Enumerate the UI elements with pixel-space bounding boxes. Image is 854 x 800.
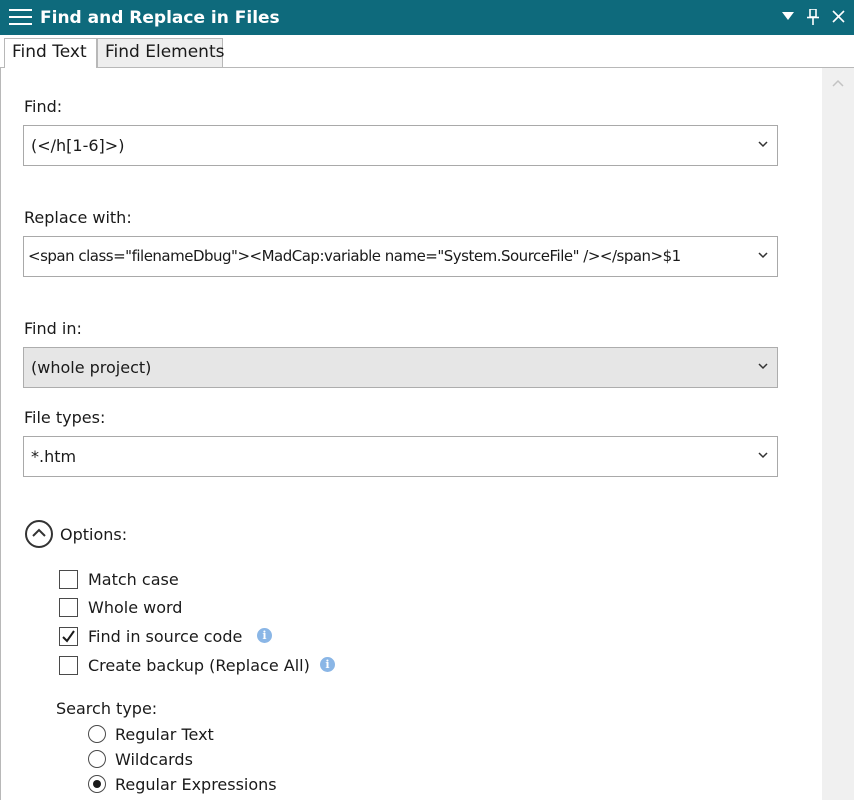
checkmark-icon	[62, 630, 75, 643]
find-in-source-code-checkbox[interactable]	[59, 627, 78, 646]
file-types-combobox[interactable]: *.htm	[23, 436, 778, 477]
pin-icon[interactable]	[803, 7, 823, 27]
replace-input[interactable]: <span class="filenameDbug"><MadCap:varia…	[28, 247, 748, 265]
search-type-label: Search type:	[56, 699, 158, 718]
whole-word-label[interactable]: Whole word	[88, 598, 182, 617]
tab-strip: Find Text Find Elements	[0, 35, 854, 69]
find-input[interactable]: (</h[1-6]>)	[31, 136, 751, 155]
options-label: Options:	[60, 525, 128, 544]
regular-text-radio[interactable]	[88, 725, 106, 743]
regular-expressions-radio[interactable]	[88, 775, 106, 793]
chevron-down-icon[interactable]	[757, 136, 769, 150]
match-case-label[interactable]: Match case	[88, 570, 179, 589]
match-case-checkbox[interactable]	[59, 570, 78, 589]
vertical-scrollbar[interactable]	[822, 68, 854, 800]
file-types-label: File types:	[24, 408, 106, 427]
find-in-label: Find in:	[24, 319, 82, 338]
create-backup-checkbox[interactable]	[59, 656, 78, 675]
find-in-source-code-label[interactable]: Find in source code	[88, 627, 242, 646]
scroll-up-icon[interactable]	[822, 76, 854, 96]
find-text-panel	[0, 68, 822, 800]
wildcards-radio[interactable]	[88, 750, 106, 768]
find-in-select[interactable]: (whole project)	[23, 347, 778, 388]
find-label: Find:	[24, 97, 63, 116]
regular-text-label[interactable]: Regular Text	[115, 725, 214, 744]
title-bar: Find and Replace in Files	[0, 0, 854, 35]
window-position-dropdown-icon[interactable]	[778, 7, 798, 27]
wildcards-label[interactable]: Wildcards	[115, 750, 193, 769]
file-types-input[interactable]: *.htm	[31, 447, 751, 466]
info-icon[interactable]: i	[320, 657, 335, 672]
info-icon[interactable]: i	[257, 628, 272, 643]
find-in-value: (whole project)	[31, 358, 152, 377]
collapse-options-icon[interactable]	[25, 520, 53, 548]
find-combobox[interactable]: (</h[1-6]>)	[23, 125, 778, 166]
chevron-down-icon[interactable]	[757, 247, 769, 261]
menu-icon[interactable]	[9, 9, 32, 27]
tab-find-elements[interactable]: Find Elements	[97, 38, 224, 68]
replace-label: Replace with:	[24, 208, 132, 227]
replace-combobox[interactable]: <span class="filenameDbug"><MadCap:varia…	[23, 236, 778, 277]
regular-expressions-label[interactable]: Regular Expressions	[115, 775, 277, 794]
create-backup-label[interactable]: Create backup (Replace All)	[88, 656, 310, 675]
whole-word-checkbox[interactable]	[59, 598, 78, 617]
chevron-down-icon[interactable]	[757, 447, 769, 461]
window-title: Find and Replace in Files	[40, 8, 280, 28]
tab-find-text[interactable]: Find Text	[4, 38, 97, 69]
chevron-down-icon[interactable]	[757, 358, 769, 372]
close-icon[interactable]	[828, 7, 848, 27]
